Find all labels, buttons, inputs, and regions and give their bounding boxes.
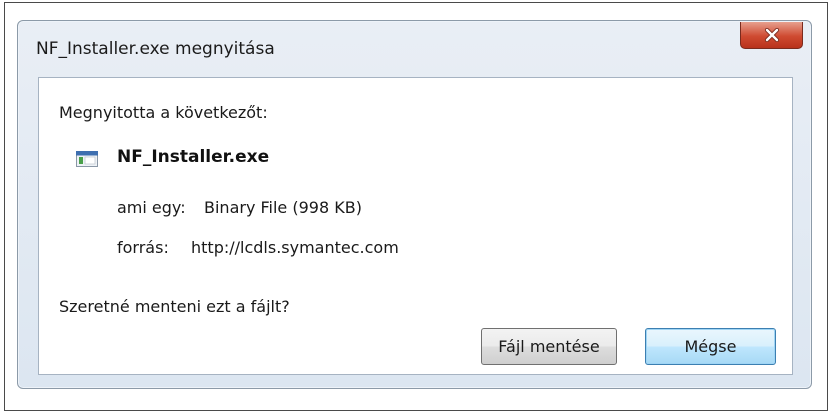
save-file-button[interactable]: Fájl mentése	[481, 328, 617, 365]
file-type-value: Binary File (998 KB)	[204, 198, 362, 217]
file-source-label: forrás:	[117, 238, 169, 257]
file-name: NF_Installer.exe	[117, 147, 270, 167]
save-question: Szeretné menteni ezt a fájlt?	[59, 297, 290, 316]
dialog-titlebar[interactable]: NF_Installer.exe megnyitása	[18, 21, 811, 79]
dialog-content: Megnyitotta a következőt: NF_Installer.e…	[38, 77, 793, 375]
file-source-value: http://lcdls.symantec.com	[191, 238, 399, 257]
close-button[interactable]	[740, 22, 803, 49]
file-open-dialog: NF_Installer.exe megnyitása Megnyitotta …	[17, 20, 812, 389]
close-x-icon	[764, 28, 779, 42]
cancel-button[interactable]: Mégse	[645, 328, 776, 365]
dialog-title: NF_Installer.exe megnyitása	[36, 39, 275, 59]
screen: NF_Installer.exe megnyitása Megnyitotta …	[0, 0, 832, 413]
opened-prompt: Megnyitotta a következőt:	[59, 103, 268, 122]
executable-file-icon	[76, 151, 98, 167]
file-type-label: ami egy:	[117, 198, 186, 217]
